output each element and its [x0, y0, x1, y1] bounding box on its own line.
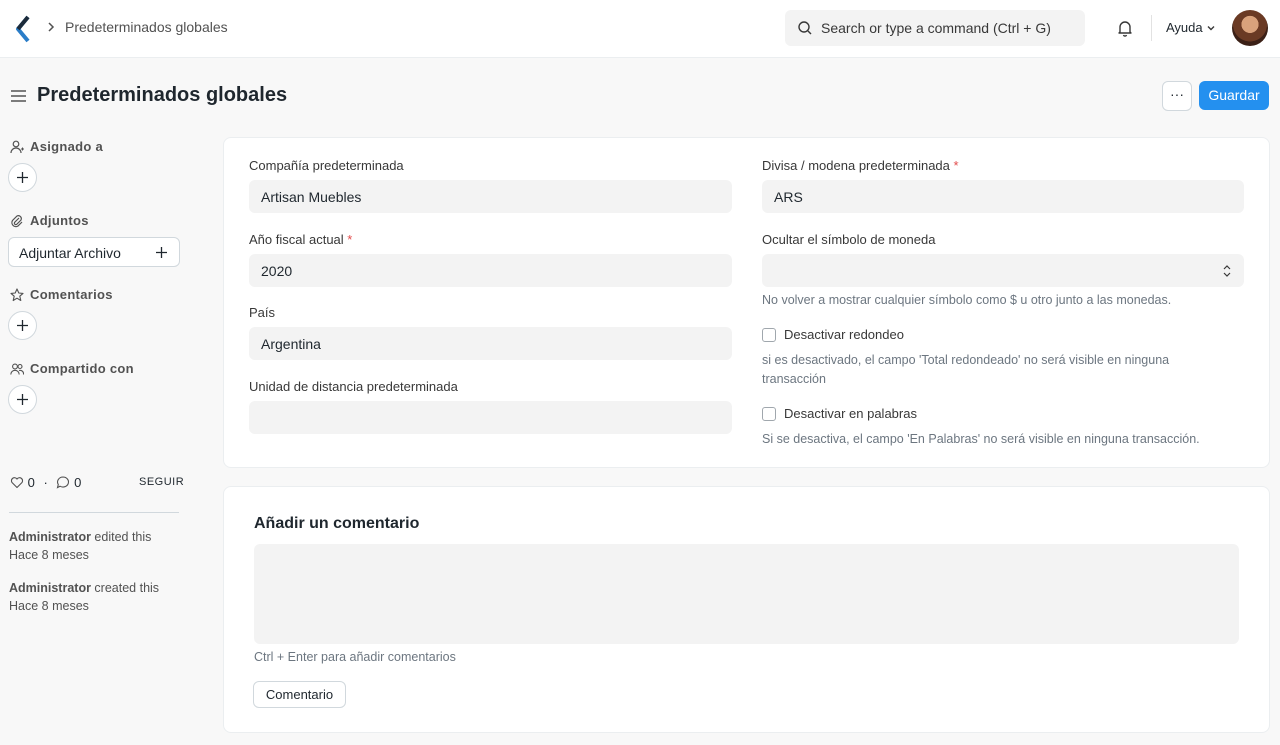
hide-symbol-label: Ocultar el símbolo de moneda [762, 232, 936, 247]
shared-with-label: Compartido con [30, 361, 134, 376]
activity-item: Administrator edited this Hace 8 meses [9, 528, 151, 564]
disable-rounding-checkbox[interactable] [762, 328, 776, 342]
follow-button[interactable]: SEGUIR [139, 476, 184, 488]
country-field[interactable]: Argentina [249, 327, 732, 360]
activity-item: Administrator created this Hace 8 meses [9, 579, 159, 615]
star-icon [10, 288, 24, 302]
select-arrows-icon [1223, 265, 1231, 277]
breadcrumb[interactable]: Predeterminados globales [65, 19, 228, 35]
fiscal-year-field[interactable]: 2020 [249, 254, 732, 287]
distance-unit-field[interactable] [249, 401, 732, 434]
disable-words-label[interactable]: Desactivar en palabras [784, 406, 917, 421]
plus-icon [156, 247, 167, 258]
disable-rounding-label[interactable]: Desactivar redondeo [784, 327, 904, 342]
navbar: Predeterminados globales Search or type … [0, 0, 1280, 58]
comment-title: Añadir un comentario [254, 515, 420, 532]
add-comment-button[interactable] [8, 311, 37, 340]
comment-input[interactable] [254, 544, 1239, 644]
disable-rounding-help: si es desactivado, el campo 'Total redon… [762, 353, 1170, 386]
activity-action: created this [90, 581, 160, 595]
comment-button[interactable]: Comentario [253, 681, 346, 708]
activity-time: Hace 8 meses [9, 548, 89, 562]
comments-count: 0 [74, 475, 82, 490]
save-button[interactable]: Guardar [1199, 81, 1269, 110]
sidebar-divider [9, 512, 179, 513]
comment-hint: Ctrl + Enter para añadir comentarios [254, 650, 456, 664]
distance-unit-label: Unidad de distancia predeterminada [249, 379, 458, 394]
bell-icon[interactable] [1115, 18, 1135, 38]
plus-icon [17, 320, 28, 331]
attach-file-label: Adjuntar Archivo [19, 245, 121, 261]
activity-time: Hace 8 meses [9, 599, 89, 613]
attach-file-button[interactable]: Adjuntar Archivo [8, 237, 180, 267]
disable-words-help: Si se desactiva, el campo 'En Palabras' … [762, 432, 1200, 446]
comments-label: Comentarios [30, 287, 113, 302]
required-mark: * [953, 158, 959, 173]
more-actions-button[interactable]: ··· [1162, 81, 1192, 111]
company-label: Compañía predeterminada [249, 158, 404, 173]
search-icon [798, 21, 812, 35]
assigned-to-label: Asignado a [30, 139, 104, 154]
likes-count: 0 [27, 475, 35, 490]
currency-label: Divisa / modena predeterminada * [762, 158, 959, 173]
avatar[interactable] [1232, 10, 1268, 46]
chevron-right-icon [48, 22, 55, 32]
stats-separator: · [43, 475, 48, 490]
country-label: País [249, 305, 276, 320]
user-icon [10, 140, 24, 154]
currency-field[interactable]: ARS [762, 180, 1244, 213]
users-icon [10, 363, 24, 375]
comment-icon[interactable] [56, 476, 70, 489]
activity-user[interactable]: Administrator [9, 581, 91, 595]
help-menu[interactable]: Ayuda [1166, 20, 1203, 35]
chevron-down-icon[interactable] [1205, 22, 1217, 34]
fiscal-year-label: Año fiscal actual * [249, 232, 352, 247]
page-title: Predeterminados globales [37, 84, 288, 106]
required-mark: * [347, 232, 353, 247]
stats: 0 · 0 [10, 475, 81, 490]
search-placeholder: Search or type a command (Ctrl + G) [821, 20, 1051, 36]
hide-symbol-select[interactable] [762, 254, 1244, 287]
paperclip-icon [11, 215, 23, 228]
plus-icon [17, 394, 28, 405]
attachments-label: Adjuntos [30, 213, 89, 228]
fiscal-year-label-text: Año fiscal actual [249, 232, 344, 247]
app-logo-icon[interactable] [14, 15, 34, 43]
disable-words-checkbox[interactable] [762, 407, 776, 421]
search-input[interactable]: Search or type a command (Ctrl + G) [785, 10, 1085, 46]
menu-icon[interactable] [10, 88, 27, 104]
heart-icon[interactable] [10, 476, 24, 489]
currency-label-text: Divisa / modena predeterminada [762, 158, 950, 173]
add-share-button[interactable] [8, 385, 37, 414]
activity-action: edited this [90, 530, 152, 544]
hide-symbol-help: No volver a mostrar cualquier símbolo co… [762, 293, 1172, 307]
navbar-divider [1151, 15, 1152, 41]
add-assignee-button[interactable] [8, 163, 37, 192]
plus-icon [17, 172, 28, 183]
activity-user[interactable]: Administrator [9, 530, 91, 544]
company-field[interactable]: Artisan Muebles [249, 180, 732, 213]
